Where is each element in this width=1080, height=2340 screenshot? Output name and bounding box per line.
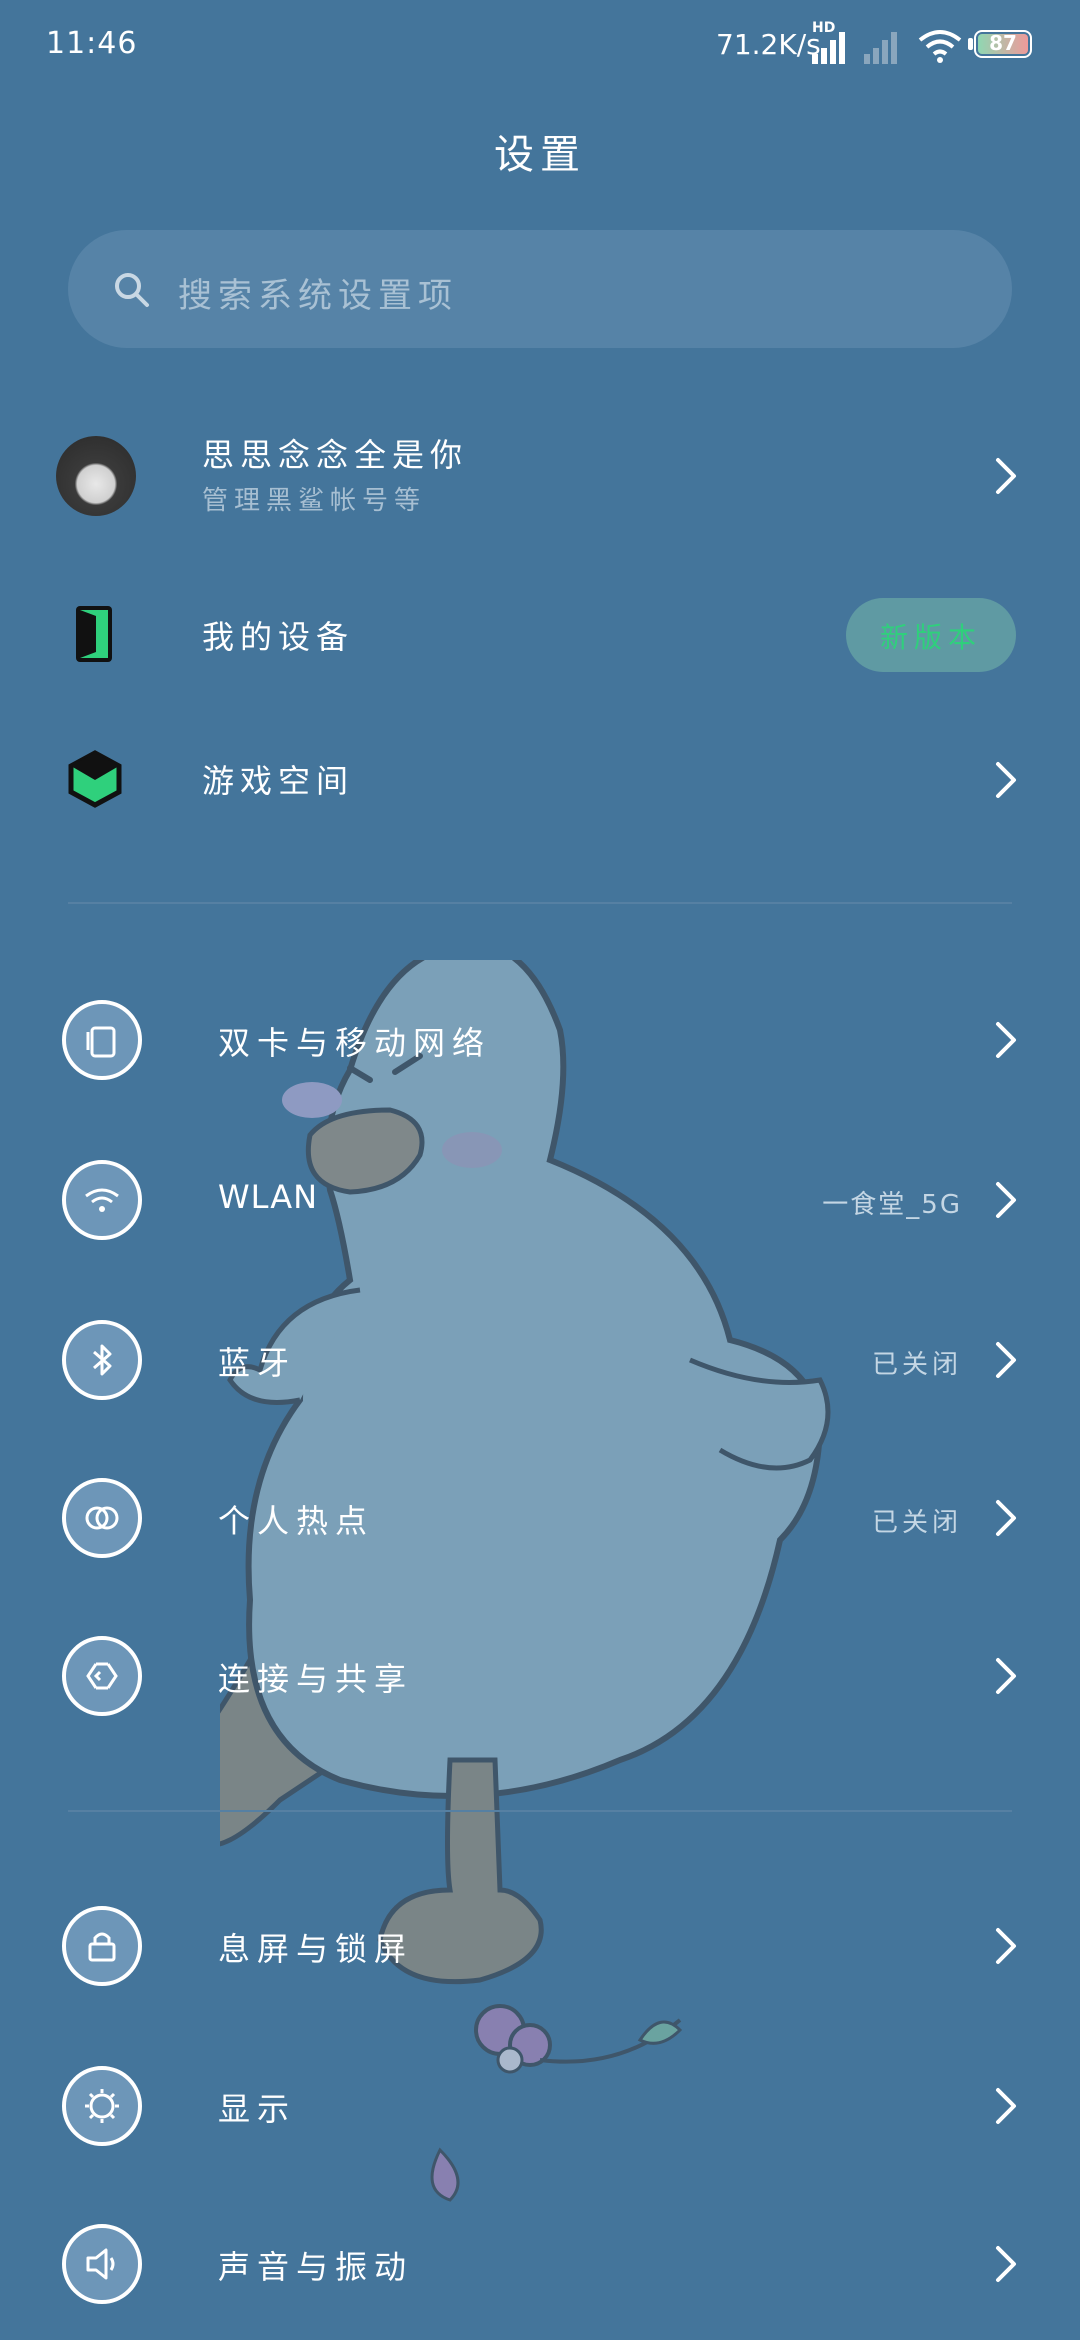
wifi-status-icon [918,30,962,63]
phone-device-icon [76,606,112,662]
chevron-right-icon [996,1022,1016,1058]
chevron-right-icon [996,2088,1016,2124]
account-row[interactable]: 思思念念全是你 管理黑鲨帐号等 [0,406,1080,546]
dual-sim-label: 双卡与移动网络 [218,1024,492,1062]
chevron-right-icon [996,1342,1016,1378]
connection-share-icon [62,1636,142,1716]
section-divider [68,1810,1012,1812]
game-space-icon [68,750,122,808]
account-subtitle: 管理黑鲨帐号等 [202,486,427,516]
avatar [56,436,136,516]
bluetooth-icon [62,1320,142,1400]
chevron-right-icon [996,762,1016,798]
display-label: 显示 [218,2090,297,2128]
new-version-badge[interactable]: 新版本 [846,598,1016,672]
sound-icon [62,2224,142,2304]
wlan-label: WLAN [218,1178,319,1216]
bluetooth-label: 蓝牙 [218,1344,297,1382]
sidebar-item-display[interactable]: 显示 [0,2034,1080,2174]
chevron-right-icon [996,1182,1016,1218]
display-icon [62,2066,142,2146]
sidebar-item-wlan[interactable]: WLAN 一食堂_5G [0,1130,1080,1270]
sidebar-item-bluetooth[interactable]: 蓝牙 已关闭 [0,1288,1080,1428]
connection-share-label: 连接与共享 [218,1660,414,1698]
battery-level: 87 [989,31,1017,55]
sim-card-icon [62,1000,142,1080]
section-divider [68,902,1012,904]
search-placeholder: 搜索系统设置项 [178,276,458,316]
sidebar-item-dual-sim[interactable]: 双卡与移动网络 [0,970,1080,1110]
status-time: 11:46 [46,26,138,61]
chevron-right-icon [996,458,1016,494]
signal-strength-icon [812,32,845,64]
sidebar-item-lock-screen[interactable]: 息屏与锁屏 [0,1876,1080,2016]
account-name: 思思念念全是你 [202,436,469,474]
sidebar-item-hotspot[interactable]: 个人热点 已关闭 [0,1446,1080,1586]
signal-weak-icon [864,32,897,64]
network-speed: 71.2K/s [716,28,821,61]
game-space-row[interactable]: 游戏空间 [0,710,1080,850]
chevron-right-icon [996,1658,1016,1694]
chevron-right-icon [996,1928,1016,1964]
lock-screen-label: 息屏与锁屏 [218,1930,414,1968]
battery-nub [968,38,973,50]
sidebar-item-connection-share[interactable]: 连接与共享 [0,1606,1080,1746]
hotspot-icon [62,1478,142,1558]
wifi-icon [62,1160,142,1240]
game-space-label: 游戏空间 [202,762,355,800]
wlan-value: 一食堂_5G [822,1190,962,1220]
bluetooth-value: 已关闭 [871,1350,962,1380]
my-device-row[interactable]: 我的设备 新版本 [0,566,1080,706]
search-icon [115,273,149,307]
lock-icon [62,1906,142,1986]
hotspot-label: 个人热点 [218,1502,375,1540]
sound-label: 声音与振动 [218,2248,414,2286]
sidebar-item-sound[interactable]: 声音与振动 [0,2194,1080,2334]
chevron-right-icon [996,2246,1016,2282]
search-bar[interactable]: 搜索系统设置项 [68,230,1012,348]
hotspot-value: 已关闭 [871,1508,962,1538]
battery-icon: 87 [974,30,1032,58]
page-title: 设置 [494,132,586,178]
my-device-label: 我的设备 [202,618,355,656]
chevron-right-icon [996,1500,1016,1536]
status-bar: 11:46 71.2K/s HD 87 [0,0,1080,90]
